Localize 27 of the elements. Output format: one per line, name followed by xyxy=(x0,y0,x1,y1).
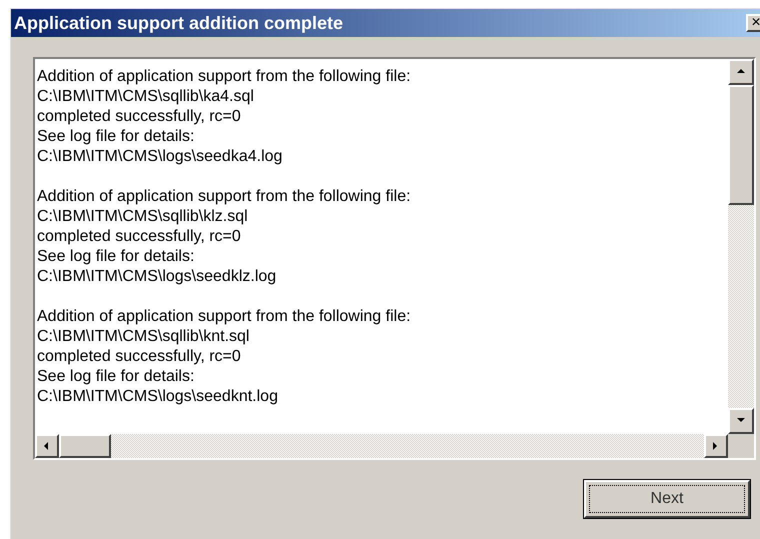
scroll-thumb[interactable] xyxy=(728,85,754,205)
scroll-up-button[interactable] xyxy=(728,59,754,85)
log-line: C:\IBM\ITM\CMS\logs\seedknt.log xyxy=(37,387,279,407)
log-line: C:\IBM\ITM\CMS\sqllib\ka4.sql xyxy=(37,87,255,107)
scrollbar-corner xyxy=(728,434,754,458)
log-line: C:\IBM\ITM\CMS\logs\seedka4.log xyxy=(37,147,284,167)
next-button[interactable]: Next xyxy=(584,480,750,518)
log-line: See log file for details: xyxy=(37,367,196,387)
vertical-scrollbar[interactable] xyxy=(728,59,754,434)
log-line: Addition of application support from the following file: xyxy=(37,67,412,87)
close-button[interactable]: × xyxy=(746,14,760,32)
log-line: C:\IBM\ITM\CMS\sqllib\klz.sql xyxy=(37,207,249,227)
scroll-right-button[interactable] xyxy=(704,434,728,458)
log-line: completed successfully, rc=0 xyxy=(37,227,242,247)
log-line: completed successfully, rc=0 xyxy=(37,107,242,127)
scroll-thumb[interactable] xyxy=(59,434,111,458)
log-line: completed successfully, rc=0 xyxy=(37,347,242,367)
log-line: C:\IBM\ITM\CMS\sqllib\knt.sql xyxy=(37,327,250,347)
log-line: C:\IBM\ITM\CMS\logs\seedklz.log xyxy=(37,267,278,287)
scroll-down-button[interactable] xyxy=(728,408,754,434)
log-line: See log file for details: xyxy=(37,127,196,147)
scroll-left-button[interactable] xyxy=(35,434,59,458)
window-title: Application support addition complete xyxy=(14,12,344,35)
horizontal-scrollbar[interactable] xyxy=(35,434,728,458)
log-line: Addition of application support from the following file: xyxy=(37,307,412,327)
log-line: See log file for details: xyxy=(37,247,196,267)
log-line: Addition of application support from the following file: xyxy=(37,187,412,207)
